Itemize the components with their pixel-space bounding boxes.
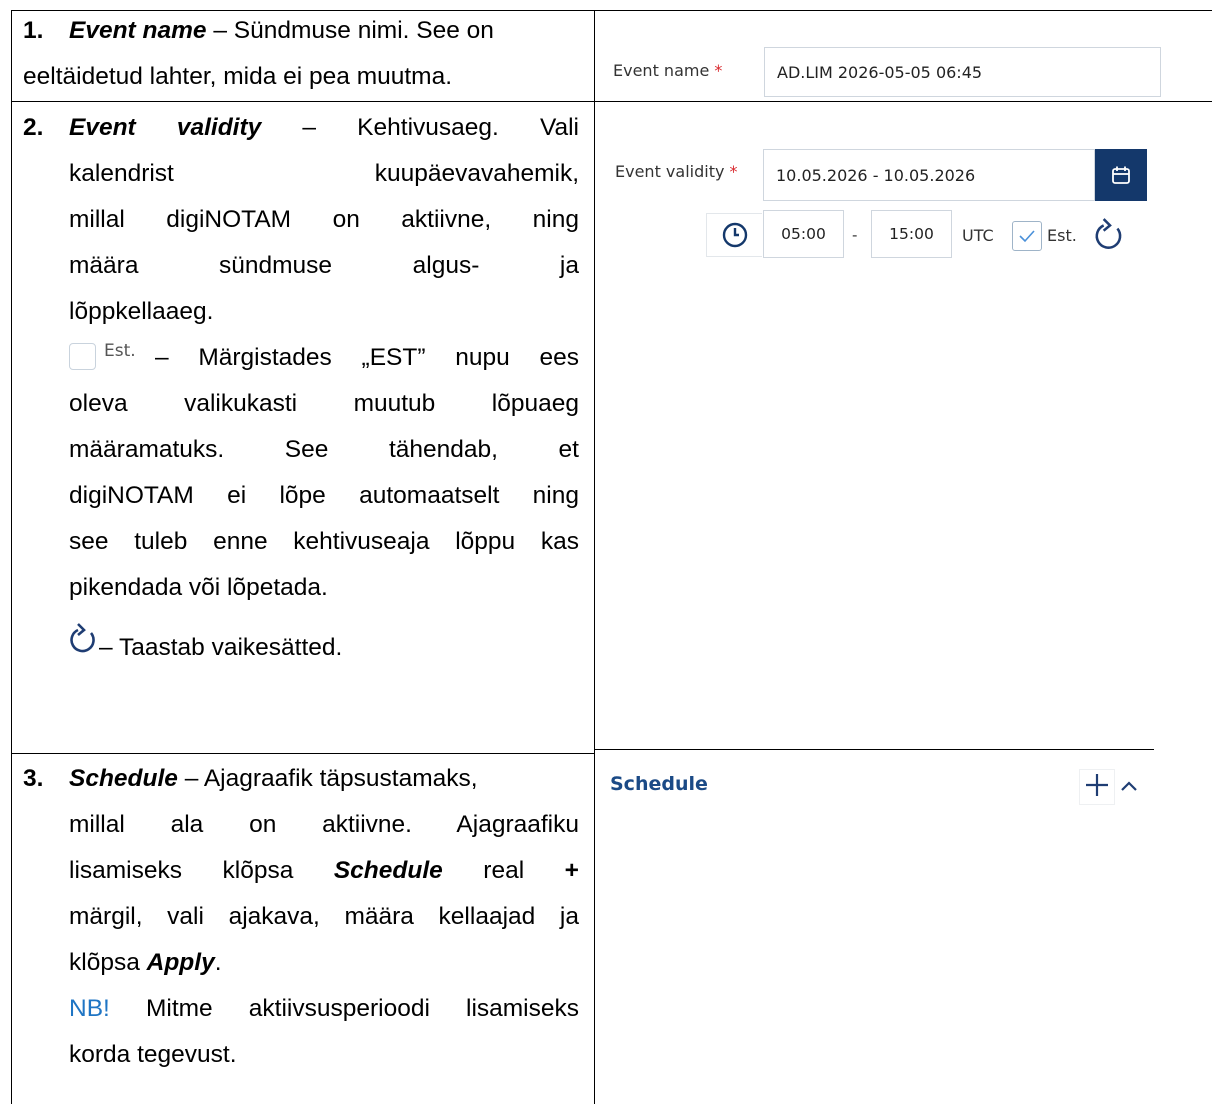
required-mark: * [714,61,723,80]
event-validity-label: Event validity * [615,162,738,181]
calendar-icon [1111,165,1131,185]
end-time-input[interactable]: 15:00 [871,210,952,258]
start-time-value: 05:00 [781,225,826,243]
date-range-input[interactable]: 10.05.2026 - 10.05.2026 [763,149,1095,201]
reset-button[interactable] [1094,218,1126,254]
est-line-5: see tuleb enne kehtivuseaja lõppu kas [69,528,579,555]
row-divider-2-left [11,753,595,754]
event-name-value: AD.LIM 2026-05-05 06:45 [777,62,983,82]
row-3-title: Schedule [69,765,178,792]
row-2-line-4: määra sündmuse algus- ja [69,252,579,279]
row-2-title: Event validity [69,114,262,141]
chevron-up-icon [1118,776,1140,800]
reset-icon [69,623,99,657]
est-checkbox-label: Est. [104,340,136,361]
start-time-input[interactable]: 05:00 [763,210,844,258]
est-checkbox[interactable] [1012,221,1042,251]
timezone-label: UTC [962,226,994,245]
row-3-line-7: korda tegevust. [69,1041,237,1068]
est-line-2: oleva valikukasti muutub lõpuaeg [69,390,579,417]
est-label: Est. [1047,226,1077,245]
reset-icon [1094,218,1126,258]
event-name-input[interactable]: AD.LIM 2026-05-05 06:45 [764,47,1161,97]
row-3-line-1: – Ajagraafik täpsustamaks, [184,765,478,792]
row-2-number: 2. [23,114,44,141]
row-1-line-2: eeltäidetud lahter, mida ei pea muutma. [23,63,453,90]
schedule-title: Schedule [610,773,708,795]
end-time-value: 15:00 [889,225,934,243]
event-name-label: Event name * [613,61,723,80]
row-3-note: NB! Mitme aktiivsusperioodi lisamiseks [69,995,579,1022]
est-line-6: pikendada või lõpetada. [69,574,328,601]
checkmark-icon [1018,227,1036,245]
row-3-line-4: märgil, vali ajakava, määra kellaajad ja [69,903,579,930]
required-mark: * [729,162,738,181]
add-schedule-button[interactable] [1079,769,1115,805]
row-3-number: 3. [23,765,44,792]
est-line-4: digiNOTAM ei lõpe automaatselt ning [69,482,579,509]
plus-icon [1084,772,1110,802]
row-1-number: 1. [23,17,44,44]
row-2-line-1: – Kehtivusaeg. [302,114,499,141]
row-divider-2-right [594,749,1154,750]
row-1-line-1: – Sündmuse nimi. See on [213,17,494,44]
est-line-3: määramatuks. See tähendab, et [69,436,579,463]
column-divider [594,10,595,1104]
est-checkbox-icon [69,342,96,370]
row-1-description: 1. Event name – Sündmuse nimi. See on ee… [23,8,584,100]
row-2-line-3: millal digiNOTAM on aktiivne, ning [69,206,579,233]
reset-text: – Taastab vaikesätted. [99,634,343,661]
row-3-line-5: klõpsa Apply. [69,949,222,976]
est-line-1: – Märgistades „EST” nupu ees [155,344,579,371]
row-3-description: 3. Schedule – Ajagraafik täpsustamaks, m… [23,756,579,1078]
row-1-title: Event name [69,17,207,44]
row-3-line-2: millal ala on aktiivne. Ajagraafiku [69,811,579,838]
row-divider-1 [11,101,1212,102]
calendar-button[interactable] [1095,149,1147,201]
time-separator: - [852,226,858,244]
row-2-line-1-end: Vali [539,114,580,141]
est-checkbox-inline: Est. [69,339,155,379]
date-range-value: 10.05.2026 - 10.05.2026 [776,165,976,185]
row-2-line-5: lõppkellaaeg. [69,298,214,325]
collapse-button[interactable] [1118,776,1142,798]
clock-icon [706,213,762,257]
row-2-description: 2. Event validity – Kehtivusaeg. Vali ka… [23,105,579,671]
row-3-line-3: lisamiseks klõpsa Schedule real + [69,857,579,884]
table-left-border [11,10,12,1104]
row-2-line-2: kalendrist kuupäevavahemik, [69,160,579,187]
